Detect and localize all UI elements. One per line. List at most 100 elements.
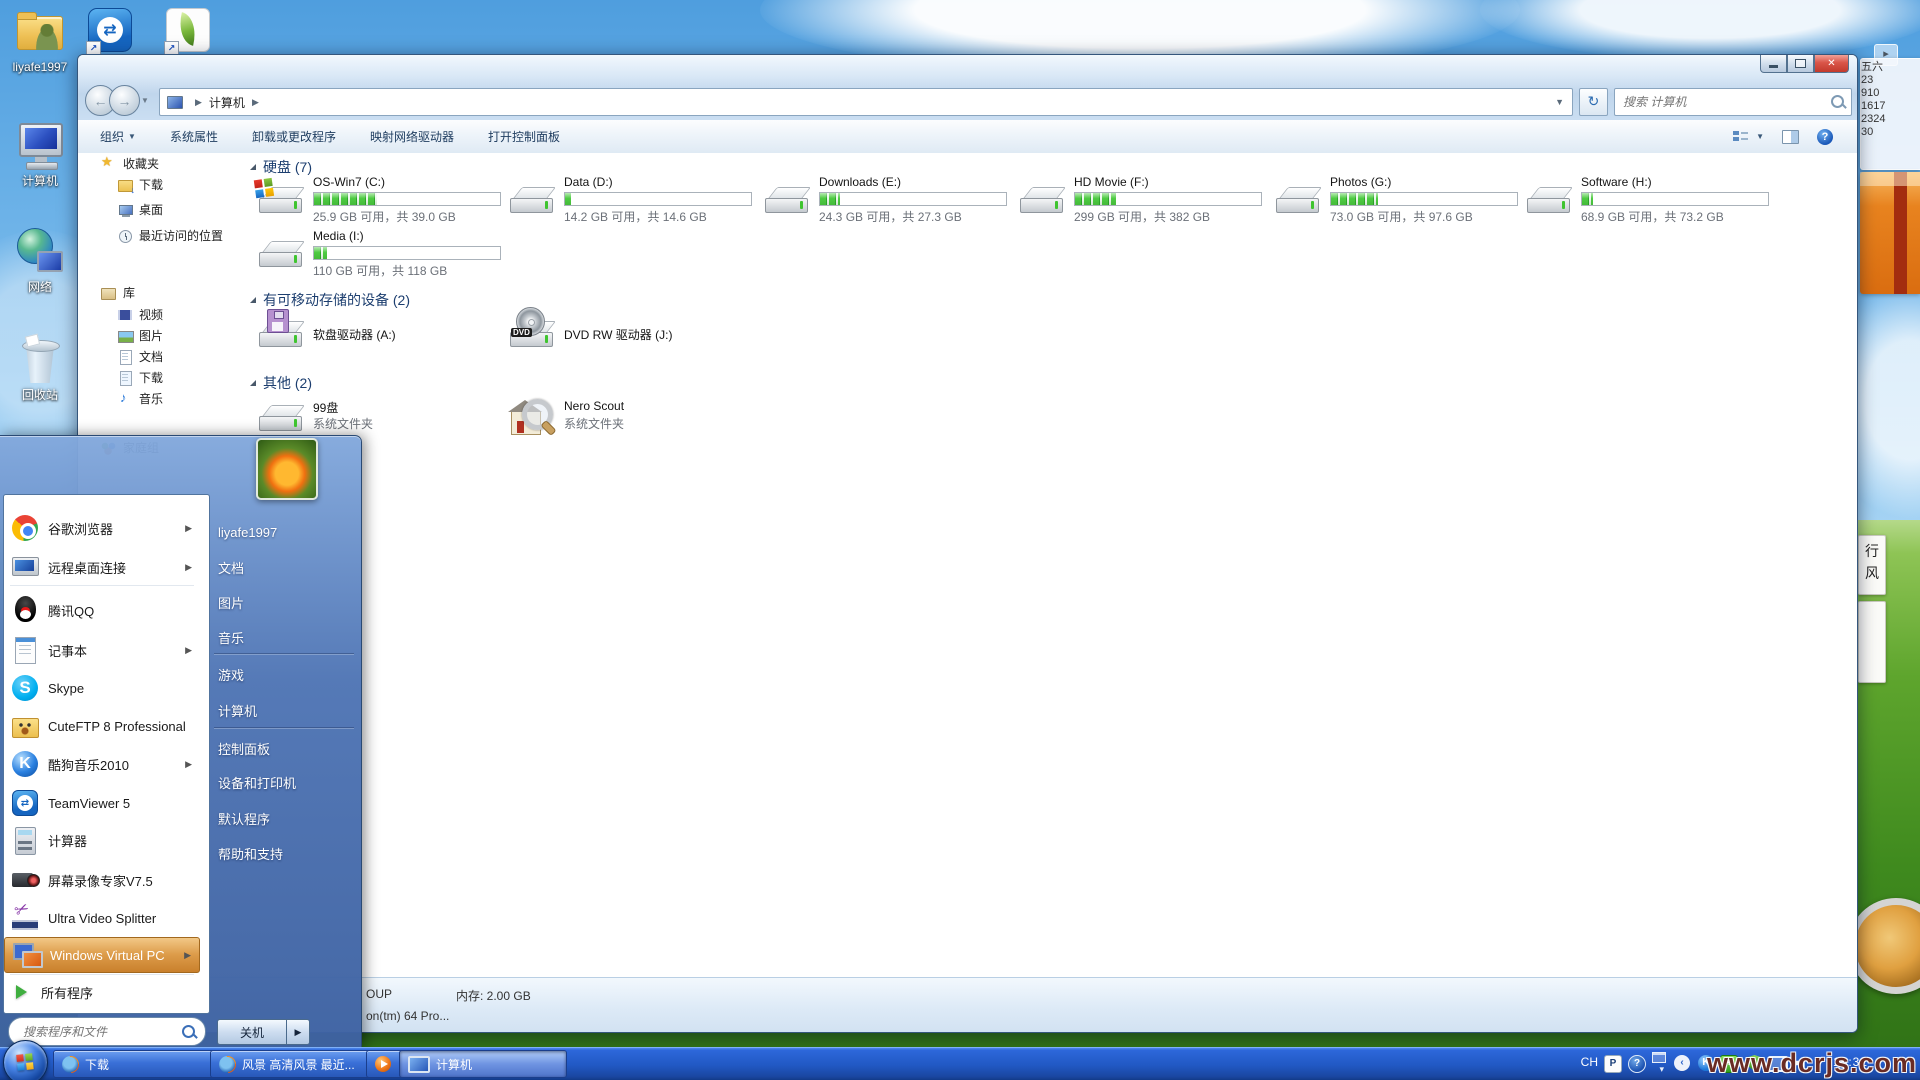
sidebar-item-文档[interactable]: 文档	[118, 348, 163, 365]
minimize-button[interactable]	[1760, 55, 1787, 73]
breadcrumb-arrow-icon[interactable]: ▶	[245, 97, 266, 108]
start-menu-item-谷歌浏览器[interactable]: 谷歌浏览器▶	[3, 510, 200, 546]
calendar-date[interactable]: 24	[1873, 113, 1885, 126]
all-programs-button[interactable]: 所有程序	[3, 975, 200, 1009]
start-menu-item-计算器[interactable]: 计算器	[3, 822, 200, 858]
refresh-button[interactable]: ↻	[1579, 88, 1608, 116]
start-menu-item-Skype[interactable]: Skype	[3, 670, 200, 706]
help-button[interactable]: ?	[1817, 129, 1833, 145]
drive-tile-Media (I:)[interactable]: Media (I:)110 GB 可用，共 118 GB	[258, 229, 508, 279]
drive-tile-OS-Win7 (C:)[interactable]: OS-Win7 (C:)25.9 GB 可用，共 39.0 GB	[258, 175, 508, 225]
sidebar-item-图片[interactable]: 图片	[118, 327, 163, 344]
shutdown-options-arrow[interactable]: ▶	[287, 1019, 310, 1045]
start-menu-link-音乐[interactable]: 音乐	[218, 623, 354, 651]
language-indicator[interactable]: CH	[1581, 1055, 1598, 1069]
start-button[interactable]	[3, 1040, 48, 1080]
window-titlebar[interactable]: ✕ ← → ▼ ▶ 计算机 ▶ ▼ ↻	[78, 55, 1857, 121]
group-header[interactable]: 有可移动存储的设备 (2)	[250, 290, 410, 310]
start-menu-link-默认程序[interactable]: 默认程序	[218, 804, 354, 832]
start-menu-item-酷狗音乐2010[interactable]: 酷狗音乐2010▶	[3, 746, 200, 782]
start-menu-item-远程桌面连接[interactable]: 远程桌面连接▶	[3, 549, 200, 585]
calendar-date[interactable]: 30	[1861, 126, 1873, 139]
search-icon[interactable]	[1831, 95, 1844, 108]
user-picture[interactable]	[256, 438, 318, 500]
desktop-icon-my-computer[interactable]: 计算机	[8, 122, 72, 222]
start-menu-item-Windows Virtual PC[interactable]: Windows Virtual PC▶	[4, 937, 200, 973]
calendar-date[interactable]: 23	[1861, 113, 1873, 126]
orange-gadget[interactable]	[1860, 172, 1920, 294]
taskbar-button-计算机[interactable]: 计算机	[399, 1050, 567, 1078]
sidebar-item-下载[interactable]: 下载	[118, 176, 163, 193]
sidebar-item-最近访问的位置[interactable]: 最近访问的位置	[118, 227, 223, 244]
start-menu-item-屏幕录像专家V7.5[interactable]: 屏幕录像专家V7.5	[3, 862, 200, 898]
preview-pane-button[interactable]	[1782, 130, 1799, 144]
group-header[interactable]: 其他 (2)	[250, 373, 312, 393]
history-dropdown-icon[interactable]: ▼	[141, 96, 149, 105]
toolbar-command[interactable]: 系统属性	[170, 128, 218, 145]
start-menu-link-图片[interactable]: 图片	[218, 588, 354, 616]
taskbar-button-下载[interactable]: 下载	[53, 1050, 221, 1078]
address-dropdown-icon[interactable]: ▼	[1555, 97, 1572, 107]
vertical-tab-gadget[interactable]: 行风	[1858, 535, 1886, 595]
taskbar-button-风景 高清风景 最近...[interactable]: 风景 高清风景 最近...	[210, 1050, 378, 1078]
calendar-date[interactable]: 3	[1867, 74, 1873, 87]
collapse-triangle-icon[interactable]	[250, 164, 256, 170]
calendar-date[interactable]: 17	[1873, 100, 1885, 113]
sidebar-item-音乐[interactable]: 音乐	[118, 390, 163, 407]
start-menu-item-CuteFTP 8 Professional[interactable]: CuteFTP 8 Professional	[3, 708, 200, 744]
start-menu-link-设备和打印机[interactable]: 设备和打印机	[218, 768, 354, 796]
desktop-shortcut-teamviewer[interactable]: ↗	[88, 8, 132, 54]
start-menu-link-控制面板[interactable]: 控制面板	[218, 734, 354, 762]
calendar-gadget[interactable]: 五六239101617232430	[1860, 58, 1920, 170]
start-menu-item-记事本[interactable]: 记事本▶	[3, 632, 200, 668]
drive-tile-Photos (G:)[interactable]: Photos (G:)73.0 GB 可用，共 97.6 GB	[1275, 175, 1525, 225]
breadcrumb-arrow-icon[interactable]: ▶	[188, 97, 209, 108]
start-menu-item-腾讯QQ[interactable]: 腾讯QQ	[3, 592, 200, 628]
start-menu-item-TeamViewer 5[interactable]: TeamViewer 5	[3, 785, 200, 821]
search-input[interactable]	[1621, 92, 1820, 112]
organize-button[interactable]: 组织 ▼	[100, 128, 136, 145]
collapse-triangle-icon[interactable]	[250, 297, 256, 303]
start-menu-link-计算机[interactable]: 计算机	[218, 696, 354, 724]
change-view-button[interactable]: ▼	[1733, 130, 1764, 143]
vertical-tab-gadget[interactable]	[1858, 601, 1886, 683]
desktop-icon-network[interactable]: 网络	[8, 228, 72, 328]
drive-tile-DVD RW 驱动器 (J:)[interactable]: DVD RW 驱动器 (J:)	[509, 309, 759, 359]
desktop-icon-recycle-bin[interactable]: 回收站	[8, 336, 72, 436]
sidebar-item-桌面[interactable]: 桌面	[118, 201, 163, 218]
sidebar-item-下载[interactable]: 下载	[118, 369, 163, 386]
sidebar-group-收藏夹[interactable]: 收藏夹	[101, 155, 159, 172]
drive-tile-Software (H:)[interactable]: Software (H:)68.9 GB 可用，共 73.2 GB	[1526, 175, 1776, 225]
calendar-date[interactable]: 10	[1867, 87, 1879, 100]
language-bar-restore-icon[interactable]	[1652, 1052, 1666, 1063]
collapse-triangle-icon[interactable]	[250, 380, 256, 386]
start-menu-link-文档[interactable]: 文档	[218, 553, 354, 581]
sidebar-item-视频[interactable]: 视频	[118, 306, 163, 323]
group-header[interactable]: 硬盘 (7)	[250, 157, 312, 177]
start-menu-link-游戏[interactable]: 游戏	[218, 660, 354, 688]
calendar-date[interactable]: 16	[1861, 100, 1873, 113]
drive-tile-Nero Scout[interactable]: Nero Scout系统文件夹	[509, 393, 759, 443]
drive-tile-HD Movie (F:)[interactable]: HD Movie (F:)299 GB 可用，共 382 GB	[1019, 175, 1269, 225]
maximize-button[interactable]	[1787, 55, 1814, 73]
toolbar-command[interactable]: 映射网络驱动器	[370, 128, 454, 145]
close-button[interactable]: ✕	[1814, 55, 1849, 73]
breadcrumb[interactable]: ▶ 计算机 ▶ ▼	[159, 88, 1573, 116]
start-search-input[interactable]	[21, 1022, 175, 1042]
hide-icons-chevron[interactable]: ‹	[1674, 1055, 1690, 1071]
start-menu-link-帮助和支持[interactable]: 帮助和支持	[218, 839, 354, 867]
ime-help-icon[interactable]: ?	[1628, 1055, 1646, 1073]
shutdown-button[interactable]: 关机	[217, 1019, 287, 1045]
drive-tile-Downloads (E:)[interactable]: Downloads (E:)24.3 GB 可用，共 27.3 GB	[764, 175, 1014, 225]
start-menu-item-Ultra Video Splitter[interactable]: Ultra Video Splitter	[3, 900, 200, 936]
sidebar-group-库[interactable]: 库	[101, 284, 135, 301]
desktop-shortcut-photoshop-feather[interactable]: ↗	[166, 8, 210, 54]
breadcrumb-location[interactable]: 计算机	[209, 94, 245, 111]
forward-button[interactable]: →	[109, 85, 140, 116]
input-method-icon[interactable]: P	[1604, 1055, 1622, 1073]
start-menu-link-liyafe1997[interactable]: liyafe1997	[218, 518, 354, 546]
drive-tile-Data (D:)[interactable]: Data (D:)14.2 GB 可用，共 14.6 GB	[509, 175, 759, 225]
toolbar-command[interactable]: 卸载或更改程序	[252, 128, 336, 145]
toolbar-command[interactable]: 打开控制面板	[488, 128, 560, 145]
desktop-icon-user-folder[interactable]: liyafe1997	[8, 8, 72, 108]
